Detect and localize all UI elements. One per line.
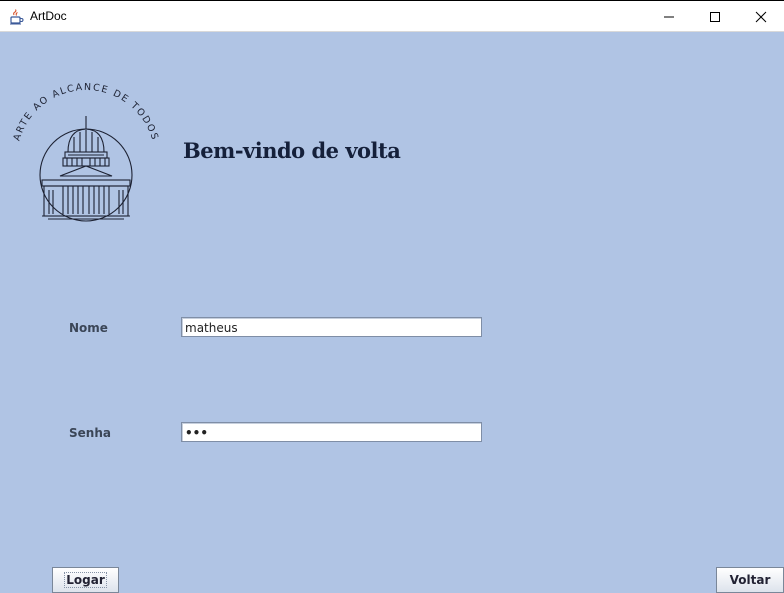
- maximize-button[interactable]: [692, 2, 738, 32]
- logar-button-label: Logar: [64, 572, 107, 588]
- close-button[interactable]: [738, 2, 784, 32]
- close-icon: [755, 11, 767, 23]
- senha-masked-value: •••: [185, 426, 209, 440]
- window-titlebar[interactable]: ArtDoc: [0, 1, 784, 32]
- minimize-icon: [664, 16, 674, 18]
- museum-dome-icon: [39, 116, 133, 222]
- logar-button[interactable]: Logar: [52, 567, 119, 593]
- voltar-button[interactable]: Voltar: [716, 567, 784, 593]
- page-title: Bem-vindo de volta: [183, 138, 401, 163]
- maximize-icon: [710, 12, 720, 22]
- nome-input-value: matheus: [185, 321, 238, 335]
- voltar-button-label: Voltar: [729, 573, 771, 587]
- window-title: ArtDoc: [30, 9, 67, 23]
- nome-label: Nome: [69, 321, 108, 335]
- senha-password-input[interactable]: •••: [181, 422, 482, 442]
- museum-logo: ARTE AO ALCANCE DE TODOS: [12, 82, 159, 222]
- login-panel: ARTE AO ALCANCE DE TODOS Bem-vindo de vo…: [0, 32, 784, 593]
- minimize-button[interactable]: [646, 2, 692, 32]
- nome-input[interactable]: matheus: [181, 317, 482, 337]
- java-app-icon: [8, 9, 24, 25]
- senha-label: Senha: [69, 426, 111, 440]
